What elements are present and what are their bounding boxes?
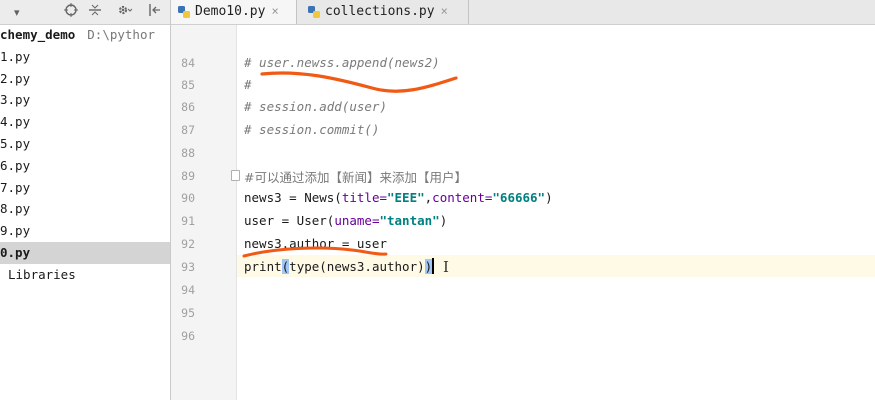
file-item[interactable]: 8.py	[0, 198, 170, 220]
tab-label: collections.py	[325, 4, 435, 19]
python-file-icon	[308, 6, 320, 18]
external-libraries-label: Libraries	[8, 267, 76, 282]
collapse-all-icon[interactable]	[88, 3, 102, 22]
file-label: 8.py	[0, 201, 31, 216]
string-literal: "66666"	[492, 190, 546, 205]
keyword-arg: title=	[341, 190, 387, 205]
line-number: 87	[181, 123, 195, 137]
line-number: 95	[181, 306, 195, 320]
line-number: 86	[181, 100, 195, 114]
code-editor[interactable]: 84 85 86 87 88 89 90 91 92 93 94 95 96 #…	[171, 25, 875, 400]
project-path: D:\pythor	[87, 27, 155, 42]
code-line-89: #可以通过添加【新闻】来添加【用户】	[244, 170, 467, 185]
code-token: user = User(	[244, 213, 335, 228]
file-item[interactable]: 6.py	[0, 155, 170, 177]
tab-collections[interactable]: collections.py ×	[301, 0, 469, 24]
file-label: 6.py	[0, 158, 31, 173]
code-token: type(news3.author)	[289, 259, 425, 274]
file-label: 7.py	[0, 180, 31, 195]
line-number: 88	[181, 146, 195, 160]
file-item[interactable]: 9.py	[0, 220, 170, 242]
file-label: 0.py	[0, 245, 31, 260]
file-item[interactable]: 5.py	[0, 133, 170, 155]
code-line-84: # user.newss.append(news2)	[244, 55, 440, 70]
string-literal: "EEE"	[387, 190, 425, 205]
line-number: 90	[181, 191, 195, 205]
line-number: 93	[181, 260, 195, 274]
code-line-86: # session.add(user)	[244, 99, 387, 114]
file-label: 5.py	[0, 136, 31, 151]
project-panel: ▾ chemy_demo D:\pythor 1.py 2.py 3.py 4.p…	[0, 0, 171, 400]
code-token: news3 = News(	[244, 190, 342, 205]
code-line-91: user = User(uname="tantan")	[244, 213, 447, 228]
file-item[interactable]: 1.py	[0, 46, 170, 68]
file-item-selected[interactable]: 0.py	[0, 242, 170, 264]
file-label: 4.py	[0, 114, 31, 129]
close-icon[interactable]: ×	[441, 4, 448, 18]
file-label: 2.py	[0, 71, 31, 86]
line-number: 85	[181, 78, 195, 92]
line-number: 96	[181, 329, 195, 343]
line-number: 89	[181, 169, 195, 183]
matched-bracket: )	[424, 259, 433, 274]
external-libraries[interactable]: Libraries	[0, 264, 170, 286]
fold-marker-icon[interactable]	[231, 170, 240, 181]
close-icon[interactable]: ×	[271, 4, 278, 18]
line-number: 84	[181, 56, 195, 70]
file-item[interactable]: 2.py	[0, 68, 170, 90]
file-item[interactable]: 4.py	[0, 111, 170, 133]
file-item[interactable]: 3.py	[0, 89, 170, 111]
line-number: 92	[181, 237, 195, 251]
mouse-ibeam-cursor: I	[443, 258, 449, 276]
code-line-93: print(type(news3.author))	[244, 258, 435, 274]
crosshair-icon[interactable]	[64, 3, 78, 22]
tab-demo10[interactable]: Demo10.py ×	[171, 0, 297, 24]
editor-tab-bar: Demo10.py × collections.py ×	[171, 0, 875, 25]
project-name: chemy_demo	[0, 27, 76, 42]
code-line-92: news3.author = user	[244, 236, 387, 251]
code-token: print	[244, 259, 282, 274]
file-item[interactable]: 7.py	[0, 177, 170, 199]
keyword-arg: uname=	[334, 213, 380, 228]
tab-label: Demo10.py	[195, 4, 266, 19]
dropdown-arrow-icon[interactable]: ▾	[14, 4, 20, 22]
code-token: )	[439, 213, 448, 228]
code-line-90: news3 = News(title="EEE",content="66666"…	[244, 190, 553, 205]
keyword-arg: content=	[432, 190, 493, 205]
code-line-87: # session.commit()	[244, 122, 380, 137]
string-literal: "tantan"	[379, 213, 440, 228]
file-label: 1.py	[0, 49, 31, 64]
python-file-icon	[178, 6, 190, 18]
text-cursor	[432, 258, 435, 274]
gear-icon[interactable]	[117, 3, 133, 22]
code-line-85: #	[244, 77, 252, 92]
file-label: 9.py	[0, 223, 31, 238]
line-number: 94	[181, 283, 195, 297]
code-token: )	[545, 190, 553, 205]
project-toolbar: ▾	[0, 0, 170, 25]
hide-panel-icon[interactable]	[148, 3, 162, 22]
line-number: 91	[181, 214, 195, 228]
project-root[interactable]: chemy_demo D:\pythor	[0, 24, 170, 46]
file-label: 3.py	[0, 92, 31, 107]
